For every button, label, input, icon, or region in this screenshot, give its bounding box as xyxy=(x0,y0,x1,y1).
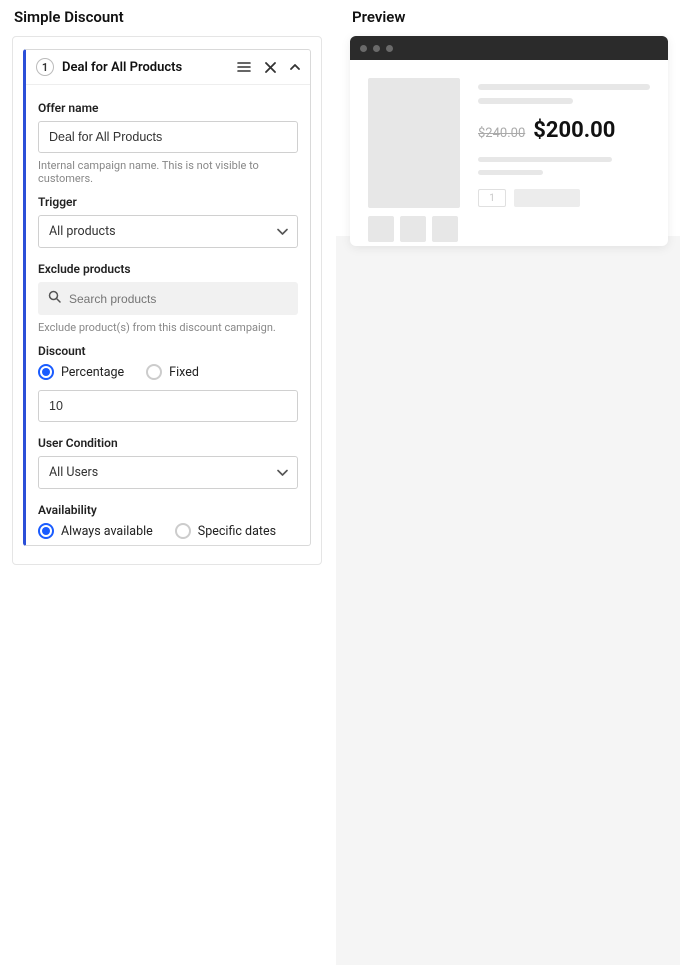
exclude-search-box[interactable] xyxy=(38,282,298,315)
preview-titlebar xyxy=(350,36,668,60)
discount-type-fixed[interactable]: Fixed xyxy=(146,364,199,380)
radio-unselected-icon xyxy=(175,523,191,539)
offer-name-help: Internal campaign name. This is not visi… xyxy=(38,159,298,185)
window-dot-icon xyxy=(360,45,367,52)
window-dot-icon xyxy=(386,45,393,52)
close-icon[interactable] xyxy=(265,62,276,73)
trigger-select[interactable]: All products xyxy=(38,215,298,248)
product-thumb-placeholder xyxy=(432,216,458,242)
offer-name-input[interactable] xyxy=(38,121,298,153)
price-original: $240.00 xyxy=(478,126,525,141)
discount-type-percentage[interactable]: Percentage xyxy=(38,364,124,380)
price-discounted: $200.00 xyxy=(533,118,615,143)
offer-name-label: Offer name xyxy=(38,101,298,115)
reorder-icon[interactable] xyxy=(237,61,251,73)
user-condition-label: User Condition xyxy=(38,436,298,450)
product-thumb-placeholder xyxy=(400,216,426,242)
exclude-help: Exclude product(s) from this discount ca… xyxy=(38,321,298,334)
exclude-search-input[interactable] xyxy=(69,292,288,306)
preview-info-column: $240.00 $200.00 1 xyxy=(478,78,650,242)
availability-always-label: Always available xyxy=(61,524,153,539)
skeleton-line xyxy=(478,98,573,104)
discount-type-fixed-label: Fixed xyxy=(169,365,199,380)
product-thumb-placeholder xyxy=(368,216,394,242)
search-icon xyxy=(48,290,61,307)
skeleton-line xyxy=(478,84,650,90)
exclude-products-label: Exclude products xyxy=(38,262,298,276)
discount-panel: 1 Deal for All Products xyxy=(12,36,322,565)
collapse-icon[interactable] xyxy=(290,63,300,71)
user-condition-select[interactable]: All Users xyxy=(38,456,298,489)
radio-selected-icon xyxy=(38,364,54,380)
discount-label: Discount xyxy=(38,344,298,358)
availability-always[interactable]: Always available xyxy=(38,523,153,539)
discount-value-input[interactable] xyxy=(38,390,298,422)
offer-card: 1 Deal for All Products xyxy=(23,49,311,546)
offer-card-title: Deal for All Products xyxy=(62,60,229,75)
discount-type-percentage-label: Percentage xyxy=(61,365,124,380)
window-dot-icon xyxy=(373,45,380,52)
offer-card-header: 1 Deal for All Products xyxy=(26,50,310,85)
availability-label: Availability xyxy=(38,503,298,517)
radio-unselected-icon xyxy=(146,364,162,380)
skeleton-line xyxy=(478,170,543,175)
preview-title: Preview xyxy=(352,8,668,26)
qty-placeholder: 1 xyxy=(478,189,506,207)
preview-image-column xyxy=(368,78,460,242)
preview-window: $240.00 $200.00 1 xyxy=(350,36,668,246)
availability-specific-label: Specific dates xyxy=(198,524,276,539)
trigger-label: Trigger xyxy=(38,195,298,209)
product-image-placeholder xyxy=(368,78,460,208)
add-to-cart-placeholder xyxy=(514,189,580,207)
offer-index-badge: 1 xyxy=(36,58,54,76)
availability-specific[interactable]: Specific dates xyxy=(175,523,276,539)
radio-selected-icon xyxy=(38,523,54,539)
simple-discount-title: Simple Discount xyxy=(14,8,322,26)
skeleton-line xyxy=(478,157,612,162)
